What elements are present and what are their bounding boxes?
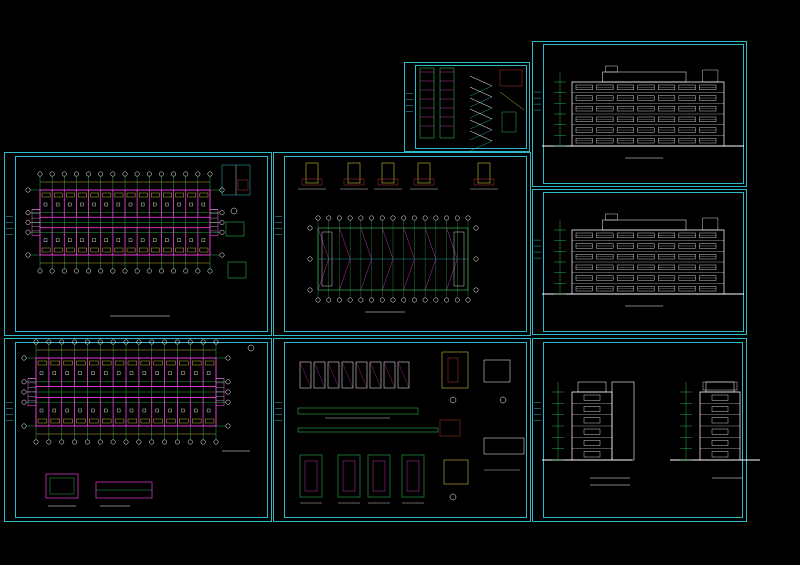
detail-callout-3: [499, 396, 507, 404]
north-arrow: [247, 344, 255, 352]
cad-drawing-canvas: [0, 0, 800, 565]
cad-linework: [6, 65, 760, 507]
detail-callout-1: [230, 207, 238, 215]
detail-callout-2: [449, 396, 457, 404]
detail-callout-4: [449, 493, 457, 501]
